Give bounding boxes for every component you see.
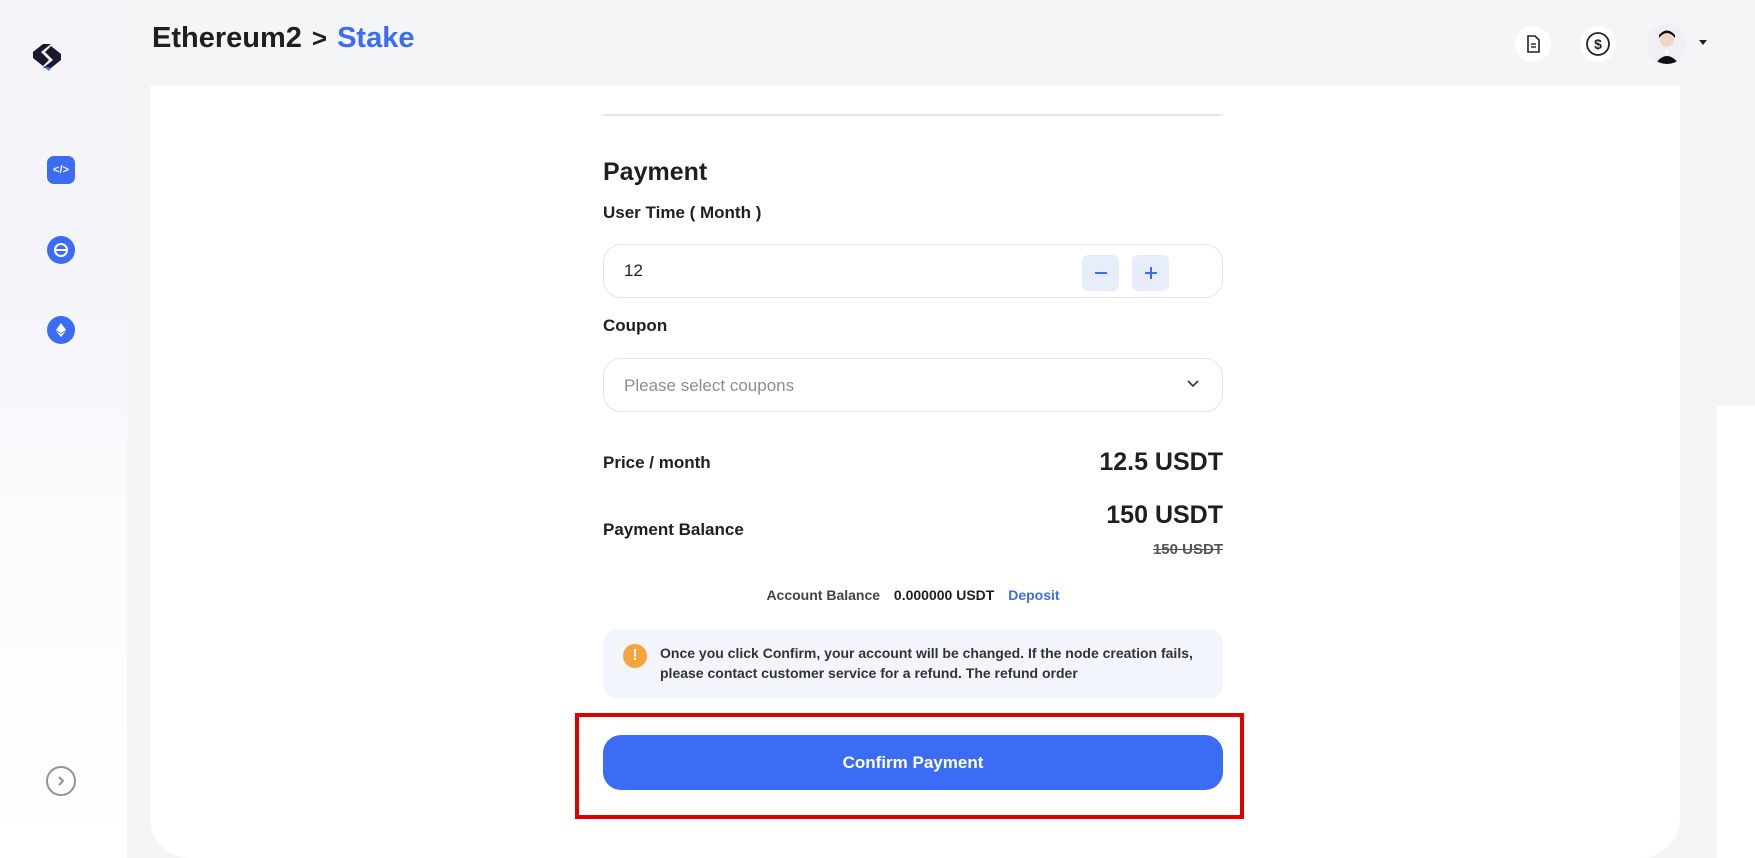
increment-button[interactable] — [1132, 255, 1169, 291]
coupon-label: Coupon — [603, 316, 668, 335]
warning-notice: ! Once you click Confirm, your account w… — [603, 629, 1223, 699]
decrement-button[interactable] — [1082, 255, 1119, 291]
user-avatar-icon — [1655, 30, 1679, 64]
payment-balance-label: Payment Balance — [603, 520, 744, 539]
scroll-track — [1705, 86, 1755, 406]
chevron-down-icon — [1187, 380, 1199, 388]
warning-text: Once you click Confirm, your account wil… — [660, 645, 1193, 681]
payment-title: Payment — [603, 158, 708, 186]
plus-icon — [1144, 267, 1157, 279]
payment-balance-value: 150 USDT — [1106, 501, 1223, 529]
coupon-select[interactable]: Please select coupons — [603, 358, 1223, 412]
avatar[interactable] — [1647, 24, 1687, 64]
svg-text:$: $ — [1594, 36, 1602, 52]
account-menu-caret-icon[interactable] — [1699, 40, 1707, 45]
wallet-button[interactable]: $ — [1580, 26, 1616, 62]
price-value: 12.5 USDT — [1099, 448, 1223, 476]
node-icon — [54, 243, 68, 257]
sidebar-item-code[interactable]: </> — [47, 156, 75, 184]
chevron-right-icon — [58, 776, 65, 786]
user-time-label: User Time ( Month ) — [603, 203, 762, 222]
expand-sidebar-button[interactable] — [46, 766, 76, 796]
logo-icon[interactable] — [29, 38, 65, 74]
breadcrumb-separator: > — [311, 23, 328, 53]
dollar-icon: $ — [1586, 32, 1610, 56]
deposit-link[interactable]: Deposit — [1008, 587, 1059, 603]
document-icon — [1527, 35, 1540, 53]
sidebar-item-node[interactable] — [47, 236, 75, 264]
document-button[interactable] — [1515, 26, 1551, 62]
minus-icon — [1094, 272, 1107, 274]
app-window: </> Ethereum2 > Stake $ Payment User Tim… — [0, 0, 1755, 858]
confirm-payment-button[interactable]: Confirm Payment — [603, 735, 1223, 790]
user-time-stepper[interactable]: 12 — [603, 244, 1223, 298]
payment-balance-original: 150 USDT — [1152, 541, 1223, 558]
code-icon: </> — [53, 164, 69, 176]
account-balance-label: Account Balance — [766, 587, 881, 603]
breadcrumb-parent[interactable]: Ethereum2 — [152, 22, 302, 55]
sidebar-item-ethereum[interactable] — [47, 316, 75, 344]
price-label: Price / month — [603, 453, 711, 472]
user-time-value[interactable]: 12 — [624, 261, 643, 281]
breadcrumb-current: Stake — [337, 22, 415, 54]
account-balance-value: 0.000000 USDT — [893, 587, 995, 603]
section-divider — [603, 114, 1223, 116]
top-header: Ethereum2 > Stake $ — [127, 0, 1755, 86]
account-balance-line: Account Balance 0.000000 USDT Deposit — [603, 587, 1223, 603]
warning-icon: ! — [623, 644, 647, 668]
sidebar: </> — [0, 0, 127, 858]
breadcrumb: Ethereum2 > Stake — [152, 22, 414, 55]
ethereum-icon — [56, 323, 66, 337]
coupon-placeholder: Please select coupons — [624, 376, 795, 395]
